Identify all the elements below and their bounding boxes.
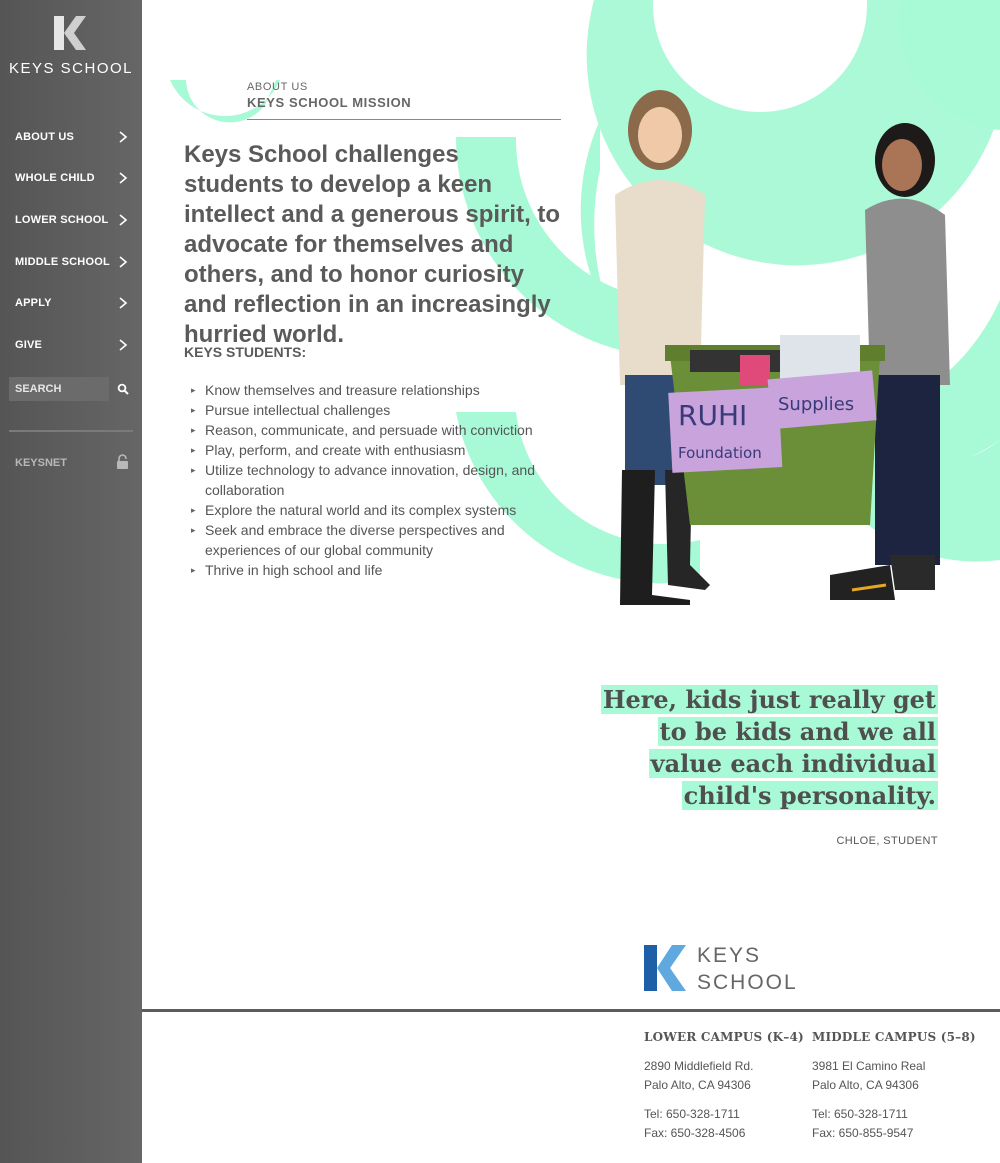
lower-campus-fax: Fax: 650-328-4506 — [644, 1126, 746, 1140]
mission-statement: Keys School challenges students to devel… — [184, 141, 561, 348]
nav-item-whole-child[interactable]: WHOLE CHILD — [0, 158, 142, 200]
photo-sign-foundation: Foundation — [678, 444, 762, 462]
middle-campus-tel[interactable]: Tel: 650-328-1711 — [812, 1105, 976, 1124]
nav-item-label: LOWER SCHOOL — [15, 213, 109, 226]
chevron-right-icon — [119, 297, 128, 309]
nav-item-label: WHOLE CHILD — [15, 172, 95, 185]
list-item: Reason, communicate, and persuade with c… — [191, 420, 551, 440]
footer-rule — [142, 1009, 1000, 1012]
page-title: KEYS SCHOOL MISSION — [247, 95, 412, 110]
lower-campus-address2: Palo Alto, CA 94306 — [644, 1078, 751, 1092]
testimonial-quote: Here, kids just really get to be kids an… — [600, 684, 938, 812]
nav-item-give[interactable]: GIVE — [0, 324, 142, 366]
search-input[interactable]: SEARCH — [9, 377, 109, 401]
chevron-right-icon — [119, 214, 128, 226]
keys-footer-logo-icon[interactable] — [644, 945, 686, 991]
nav-item-label: GIVE — [15, 338, 43, 351]
nav-item-middle-school[interactable]: MIDDLE SCHOOL — [0, 241, 142, 283]
photo-sign-ruhi: RUHI — [678, 399, 747, 432]
students-heading: KEYS STUDENTS: — [184, 344, 307, 360]
photo-sign-supplies: Supplies — [778, 394, 854, 415]
middle-campus-info: MIDDLE CAMPUS (5–8) 3981 El Camino Real … — [812, 1030, 976, 1143]
list-item: Play, perform, and create with enthusias… — [191, 440, 551, 460]
chevron-right-icon — [119, 255, 128, 268]
list-item: Thrive in high school and life — [191, 560, 551, 580]
middle-campus-address1: 3981 El Camino Real — [812, 1059, 926, 1073]
lower-campus-address1: 2890 Middlefield Rd. — [644, 1059, 754, 1073]
quote-author: CHLOE, STUDENT — [836, 835, 938, 847]
students-photo: RUHI Foundation Supplies — [615, 90, 950, 605]
main-nav: ABOUT US WHOLE CHILD LOWER SCHOOL MIDDLE… — [0, 116, 142, 366]
nav-item-label: MIDDLE SCHOOL — [15, 255, 110, 268]
middle-campus-address2: Palo Alto, CA 94306 — [812, 1078, 919, 1092]
search-icon[interactable] — [117, 383, 129, 395]
nav-item-about-us[interactable]: ABOUT US — [0, 116, 142, 158]
quote-text: Here, kids just really get to be kids an… — [600, 685, 938, 810]
middle-campus-fax: Fax: 650-855-9547 — [812, 1126, 914, 1140]
nav-item-label: ABOUT US — [15, 130, 75, 143]
list-item: Pursue intellectual challenges — [191, 400, 551, 420]
lower-campus-info: LOWER CAMPUS (K–4) 2890 Middlefield Rd. … — [644, 1030, 804, 1143]
list-item: Seek and embrace the diverse perspective… — [191, 520, 551, 560]
list-item: Know themselves and treasure relationshi… — [191, 380, 551, 400]
nav-item-apply[interactable]: APPLY — [0, 282, 142, 324]
list-item: Explore the natural world and its comple… — [191, 500, 551, 520]
footer-logo-line1: KEYS — [697, 944, 762, 967]
lower-campus-title: LOWER CAMPUS (K–4) — [644, 1030, 804, 1044]
sidebar: KEYS SCHOOL ABOUT US WHOLE CHILD LOWER S… — [0, 0, 142, 1163]
keysnet-link[interactable]: KEYSNET — [15, 457, 67, 469]
logo-wordmark[interactable]: KEYS SCHOOL — [0, 60, 142, 77]
keys-logo-icon[interactable] — [54, 16, 86, 50]
breadcrumb[interactable]: ABOUT US — [247, 81, 308, 93]
list-item: Utilize technology to advance innovation… — [191, 460, 551, 500]
nav-item-label: APPLY — [15, 297, 52, 310]
chevron-right-icon — [119, 131, 128, 143]
footer-logo-line2: SCHOOL — [697, 971, 798, 994]
chevron-right-icon — [119, 172, 128, 185]
middle-campus-title: MIDDLE CAMPUS (5–8) — [812, 1030, 976, 1044]
title-rule — [247, 119, 561, 120]
chevron-right-icon — [119, 339, 128, 351]
lower-campus-tel[interactable]: Tel: 650-328-1711 — [644, 1105, 804, 1124]
nav-item-lower-school[interactable]: LOWER SCHOOL — [0, 199, 142, 241]
footer-logo-wordmark[interactable]: KEYS SCHOOL — [697, 942, 798, 996]
students-list: Know themselves and treasure relationshi… — [191, 380, 551, 580]
lock-icon[interactable] — [116, 454, 129, 469]
sidebar-divider — [9, 430, 133, 432]
